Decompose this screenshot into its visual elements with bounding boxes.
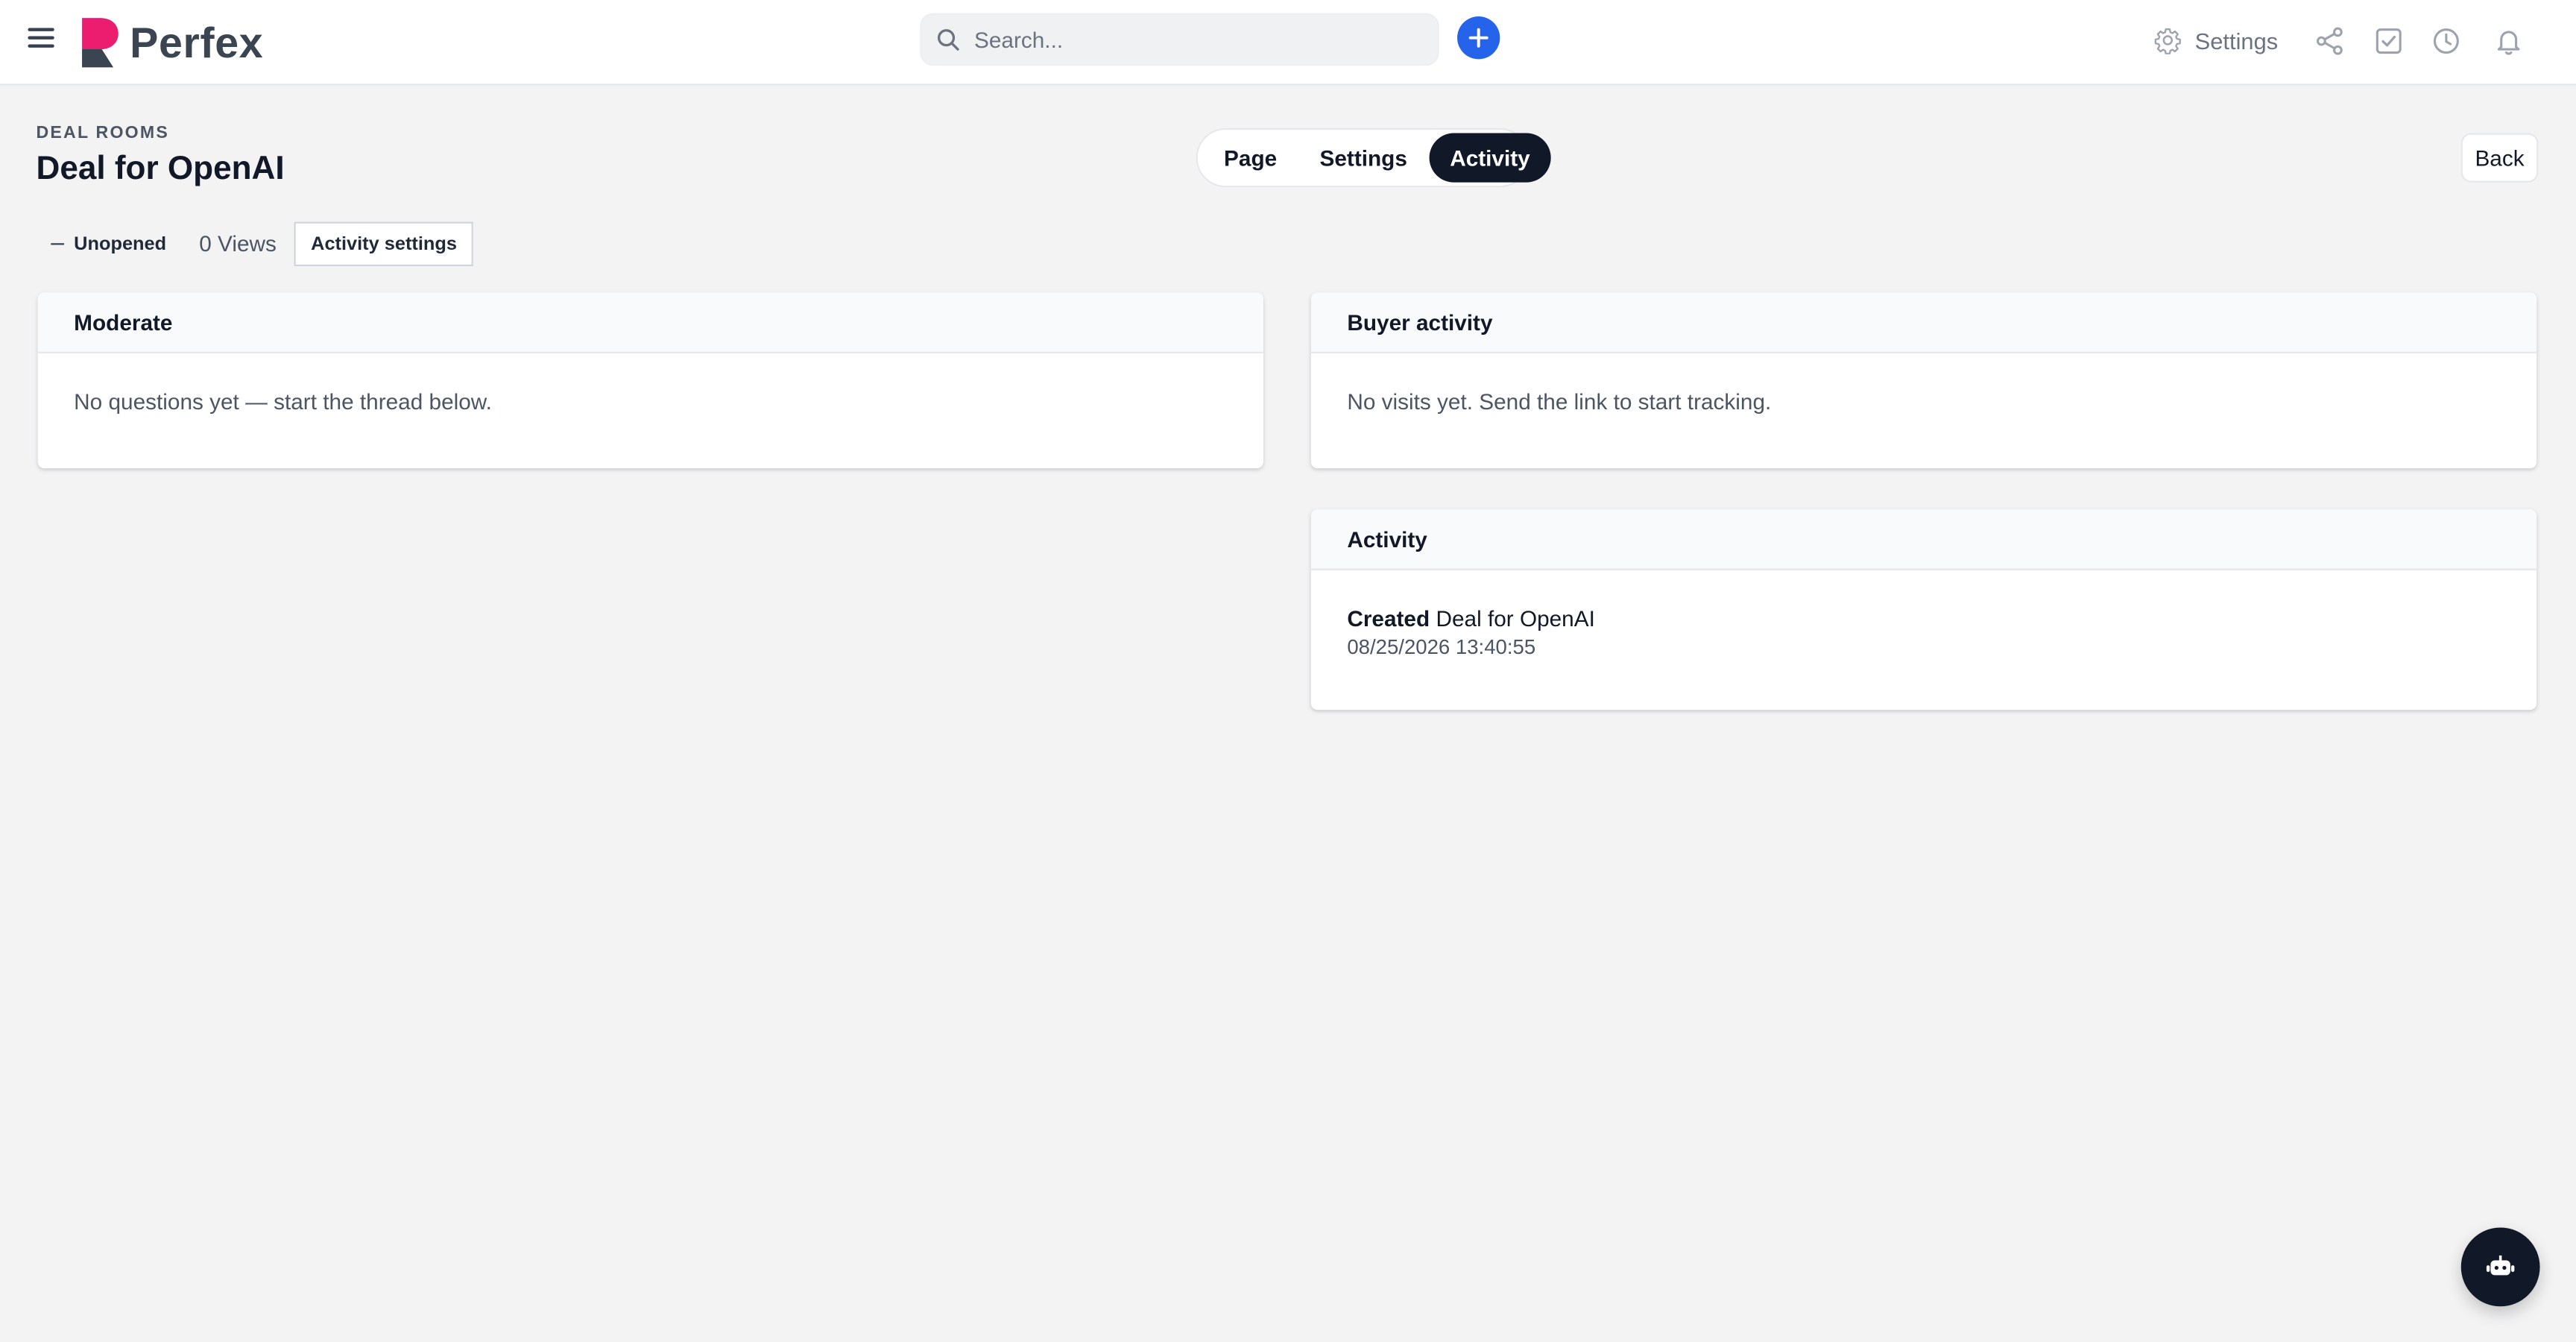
assistant-bot-button[interactable] (2460, 1227, 2540, 1307)
checkbox-icon[interactable] (2374, 26, 2404, 56)
clock-icon[interactable] (2431, 26, 2461, 56)
settings-link[interactable]: Settings (2154, 26, 2279, 54)
bell-icon[interactable] (2494, 26, 2524, 56)
tab-settings[interactable]: Settings (1298, 133, 1429, 183)
breadcrumb: DEAL ROOMS (36, 123, 169, 143)
logo[interactable]: Perfex (80, 16, 263, 69)
buyer-activity-card-title: Buyer activity (1310, 292, 2537, 353)
bot-icon (2486, 1255, 2515, 1276)
buyer-activity-empty-message: No visits yet. Send the link to start tr… (1347, 389, 1772, 415)
settings-label: Settings (2194, 27, 2279, 54)
moderate-card: Moderate No questions yet — start the th… (37, 292, 1263, 469)
tab-activity[interactable]: Activity (1428, 133, 1552, 183)
back-button[interactable]: Back (2460, 133, 2539, 183)
search-icon (937, 29, 959, 51)
activity-entry: Created Deal for OpenAI 08/25/2026 13:40… (1311, 570, 2536, 659)
gear-icon (2154, 28, 2181, 54)
menu-icon[interactable] (28, 28, 54, 51)
top-bar: Perfex Settings (0, 0, 2576, 86)
status-badge: Unopened (36, 222, 180, 267)
search-input[interactable] (974, 27, 1402, 52)
activity-entry-timestamp: 08/25/2026 13:40:55 (1347, 635, 1536, 659)
moderate-card-title: Moderate (37, 292, 1263, 353)
quick-add-button[interactable] (1457, 16, 1500, 60)
share-icon[interactable] (2315, 26, 2345, 56)
activity-entry-text: Created Deal for OpenAI (1347, 606, 2536, 631)
logo-mark-icon (82, 18, 119, 68)
activity-entry-verb: Created (1347, 606, 1430, 631)
plus-icon (1468, 28, 1489, 48)
status-row: Unopened 0 Views Activity settings (36, 221, 473, 267)
views-count: 0 Views (199, 231, 277, 256)
search-box[interactable] (920, 13, 1439, 66)
logo-text: Perfex (130, 17, 264, 67)
activity-card-title: Activity (1310, 509, 2537, 570)
activity-settings-button[interactable]: Activity settings (294, 221, 473, 267)
buyer-activity-card: Buyer activity No visits yet. Send the l… (1310, 292, 2537, 469)
status-label: Unopened (74, 234, 167, 254)
activity-entry-object: Deal for OpenAI (1436, 606, 1595, 631)
dash-icon (51, 242, 64, 245)
view-tabs: Page Settings Activity (1196, 127, 1552, 188)
tab-page[interactable]: Page (1202, 133, 1298, 183)
moderate-empty-message: No questions yet — start the thread belo… (74, 389, 492, 415)
page-title: Deal for OpenAI (36, 151, 285, 188)
activity-card: Activity Created Deal for OpenAI 08/25/2… (1310, 509, 2537, 711)
